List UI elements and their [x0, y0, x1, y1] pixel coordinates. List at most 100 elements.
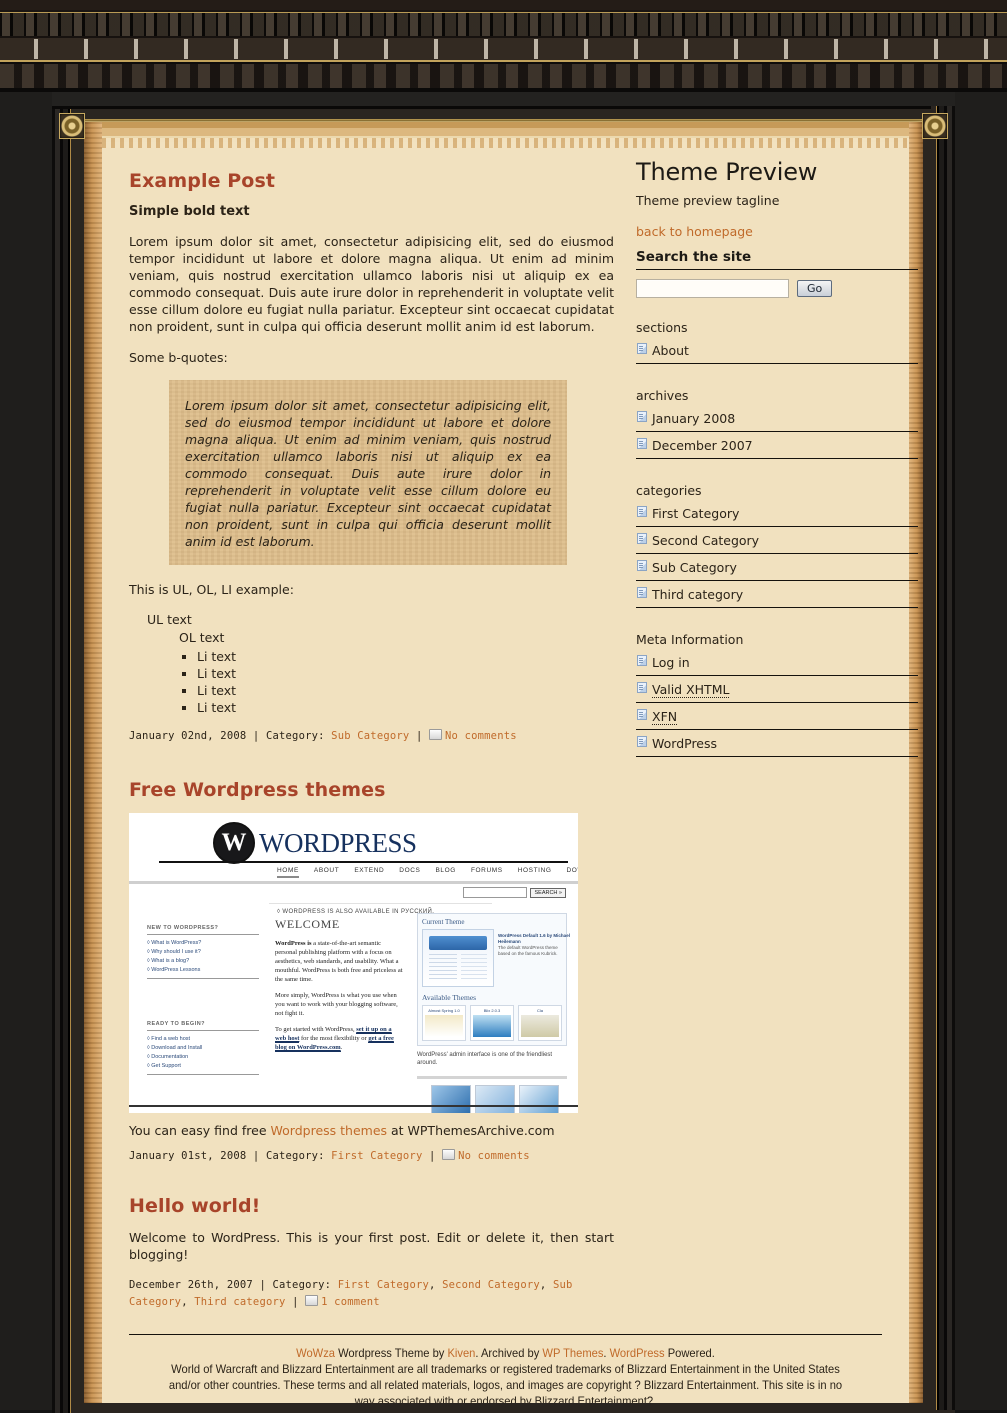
- paper-top-edge: [102, 122, 909, 148]
- wp-p3-mid: for the most flexibility or: [299, 1035, 369, 1042]
- wp-current-theme-panel: Current Theme WordPress Default 1.6 by M…: [417, 913, 570, 1046]
- sidebar-link-valid-xhtml[interactable]: Valid XHTML: [652, 682, 730, 698]
- wp-card-preview: [521, 1015, 559, 1037]
- page-icon: [637, 533, 647, 544]
- post-caption: You can easy find free Wordpress themes …: [129, 1123, 614, 1138]
- wp-rule: [147, 978, 259, 979]
- wp-link: ◊ Download and Install: [147, 1045, 203, 1051]
- list-item[interactable]: WordPress: [636, 730, 918, 757]
- wp-available-heading: Available Themes: [422, 993, 477, 1002]
- footer-wrap: WoWza Wordpress Theme by Kiven. Archived…: [102, 1308, 909, 1403]
- wp-current-theme-heading: Current Theme: [422, 918, 465, 926]
- wp-card-title: Blix 2.0.3: [483, 1008, 501, 1013]
- list-item[interactable]: Log in: [636, 649, 918, 676]
- sidebar-link-xfn[interactable]: XFN: [652, 709, 678, 725]
- wp-nav-item: DOWNLOAD: [566, 867, 578, 874]
- post-category-link[interactable]: First Category: [338, 1279, 429, 1291]
- list-item[interactable]: About: [636, 337, 918, 364]
- wp-wordmark: WORDPRESS: [259, 827, 417, 858]
- wp-nav-item: DOCS: [399, 867, 421, 874]
- page-icon: [637, 506, 647, 517]
- frame-right-rail: [955, 92, 1007, 1410]
- post-hello-world: Hello world! Welcome to WordPress. This …: [129, 1195, 614, 1311]
- page-icon: [637, 655, 647, 666]
- quote-intro: Some b-quotes:: [129, 350, 228, 365]
- list-item[interactable]: Third category: [636, 581, 918, 608]
- theme-name-link[interactable]: WoWza: [296, 1346, 335, 1360]
- list-item[interactable]: Second Category: [636, 527, 918, 554]
- post-title[interactable]: Hello world!: [129, 1195, 614, 1217]
- wp-russian-rule: [269, 903, 492, 904]
- wp-mini-screenshot: [431, 1085, 471, 1113]
- sidebar-link-wordpress[interactable]: WordPress: [652, 736, 717, 751]
- wp-nav-item: HOME: [277, 867, 299, 878]
- post-comments-link[interactable]: No comments: [445, 730, 517, 742]
- wp-left-column: NEW TO WORDPRESS? ◊ What is WordPress? ◊…: [147, 925, 259, 1075]
- caption-post: at WPThemesArchive.com: [387, 1123, 555, 1138]
- sidebar-link-archive[interactable]: January 2008: [652, 411, 735, 426]
- wp-header-rule: [159, 861, 568, 863]
- post-date: December 26th, 2007: [129, 1279, 253, 1291]
- wp-card-preview: [425, 1015, 463, 1037]
- sidebar-link-category[interactable]: Third category: [652, 587, 743, 602]
- footer-text: Powered.: [664, 1346, 715, 1360]
- list-item[interactable]: First Category: [636, 500, 918, 527]
- sections-heading: sections: [636, 320, 688, 335]
- page-parchment: Example Post Simple bold text Lorem ipsu…: [84, 122, 923, 1403]
- wp-search-button: SEARCH »: [530, 887, 566, 898]
- post-category-link[interactable]: Third category: [194, 1296, 285, 1308]
- sidebar-link-category[interactable]: Second Category: [652, 533, 759, 548]
- footer-credit-line: WoWza Wordpress Theme by Kiven. Archived…: [167, 1345, 843, 1361]
- page-icon: [637, 709, 647, 720]
- wp-available-themes: Available Themes Almost Spring 1.0 Blix …: [422, 993, 562, 1041]
- post-paragraph: Lorem ipsum dolor sit amet, consectetur …: [129, 234, 614, 334]
- archiver-link[interactable]: WP Themes: [542, 1346, 603, 1360]
- post-category-link[interactable]: Sub Category: [331, 730, 409, 742]
- sidebar-link-login[interactable]: Log in: [652, 655, 690, 670]
- sidebar-link-archive[interactable]: December 2007: [652, 438, 753, 453]
- wp-rule: [147, 1074, 259, 1075]
- wp-p3-end: .: [340, 1044, 343, 1051]
- list-item[interactable]: Sub Category: [636, 554, 918, 581]
- site-tagline: Theme preview tagline: [636, 193, 780, 208]
- wp-new-links: ◊ What is WordPress? ◊ Why should I use …: [147, 940, 259, 973]
- list-item[interactable]: XFN: [636, 703, 918, 730]
- post-example-post: Example Post Simple bold text Lorem ipsu…: [129, 170, 614, 745]
- list-item[interactable]: December 2007: [636, 432, 918, 459]
- list-item[interactable]: January 2008: [636, 405, 918, 432]
- list-item: Li text: [197, 665, 614, 682]
- page-icon: [637, 438, 647, 449]
- wp-welcome-heading: WELCOME: [275, 917, 340, 931]
- search-go-button[interactable]: Go: [797, 280, 833, 297]
- post-meta: December 26th, 2007 | Category: First Ca…: [129, 1279, 573, 1308]
- wp-link: ◊ WordPress Lessons: [147, 967, 201, 973]
- footer-text: Wordpress Theme by: [335, 1346, 448, 1360]
- back-to-homepage-link[interactable]: back to homepage: [636, 224, 918, 239]
- page-icon: [637, 560, 647, 571]
- post-title[interactable]: Free Wordpress themes: [129, 779, 614, 801]
- wp-search: SEARCH »: [463, 887, 566, 898]
- post-comments-link[interactable]: No comments: [458, 1150, 530, 1162]
- post-title[interactable]: Example Post: [129, 170, 614, 192]
- sidebar-link-about[interactable]: About: [652, 343, 689, 358]
- sidebar-link-category[interactable]: Sub Category: [652, 560, 737, 575]
- post-category-link[interactable]: First Category: [331, 1150, 422, 1162]
- post-date: January 01st, 2008: [129, 1150, 247, 1162]
- search-heading: Search the site: [636, 249, 918, 270]
- columns: Example Post Simple bold text Lorem ipsu…: [102, 148, 918, 1308]
- archives-heading: archives: [636, 388, 689, 403]
- wp-theme-thumbnail: [422, 929, 494, 987]
- wordpress-link[interactable]: WordPress: [610, 1346, 665, 1360]
- categories-list: First Category Second Category Sub Categ…: [636, 500, 918, 608]
- post-category-link[interactable]: Second Category: [442, 1279, 540, 1291]
- search-input[interactable]: [636, 279, 789, 298]
- wp-link: ◊ What is WordPress?: [147, 940, 202, 946]
- wordpress-themes-link[interactable]: Wordpress themes: [271, 1123, 388, 1138]
- list-item: Li text: [197, 682, 614, 699]
- wp-mini-screenshot: [519, 1085, 559, 1113]
- sidebar-link-category[interactable]: First Category: [652, 506, 739, 521]
- wp-nav-item: ABOUT: [313, 867, 340, 874]
- theme-author-link[interactable]: Kiven: [447, 1346, 475, 1360]
- list-item[interactable]: Valid XHTML: [636, 676, 918, 703]
- post-comments-link[interactable]: 1 comment: [321, 1296, 380, 1308]
